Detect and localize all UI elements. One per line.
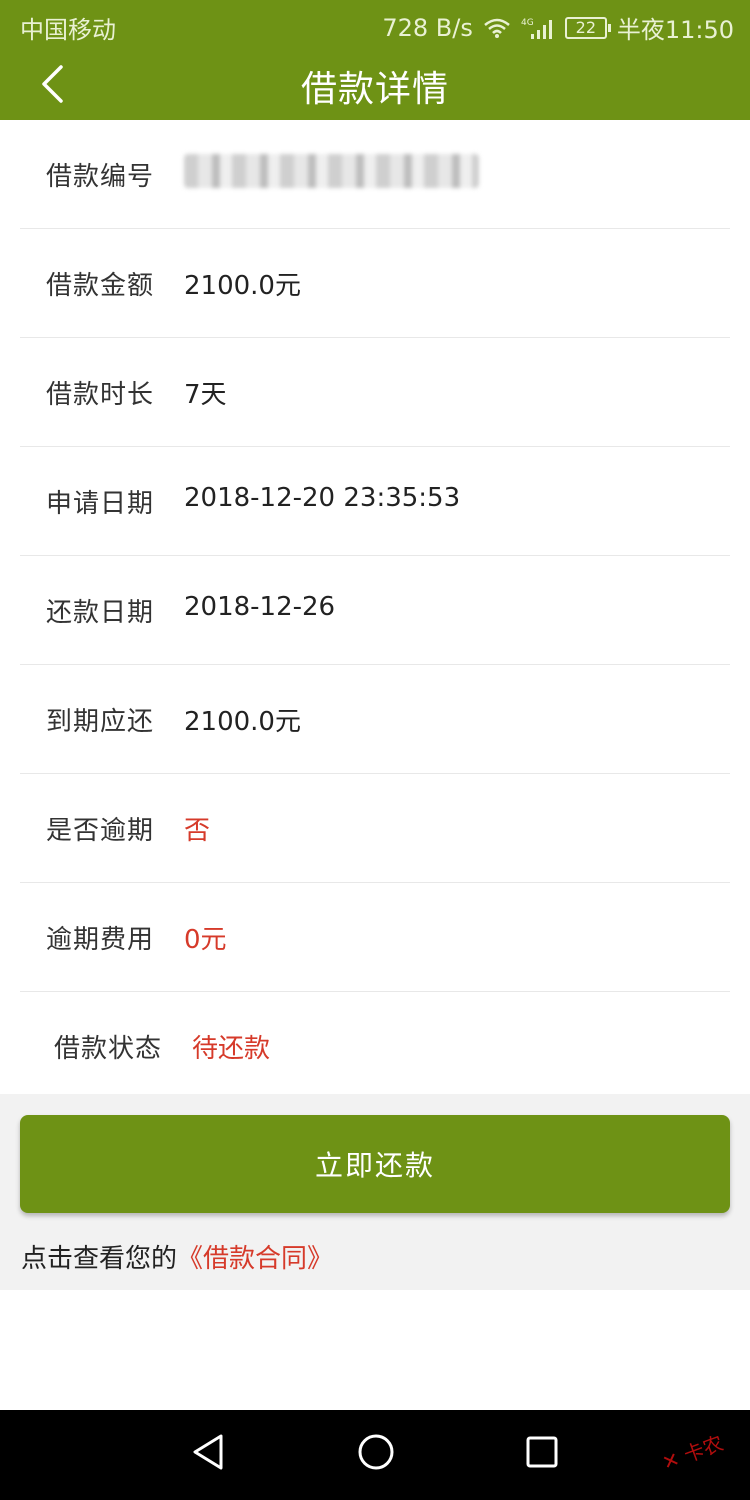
page-header: 借款详情 xyxy=(0,52,750,120)
contract-prefix: 点击查看您的 xyxy=(21,1244,178,1274)
detail-label: 逾期费用 xyxy=(46,925,155,955)
network-type-label: 4G xyxy=(521,18,534,28)
overdue-fee-value: 0元 xyxy=(184,925,227,955)
detail-label: 借款状态 xyxy=(54,1034,163,1064)
clock: 半夜11:50 xyxy=(616,16,734,44)
detail-row-apply-date: 申请日期 2018-12-20 23:35:53 xyxy=(20,447,730,556)
contract-line: 点击查看您的《借款合同》 xyxy=(21,1238,333,1275)
loan-contract-link[interactable]: 《借款合同》 xyxy=(177,1244,333,1274)
battery-level: 22 xyxy=(575,17,596,37)
detail-value: 2018-12-26 xyxy=(184,592,336,622)
circle-home-icon xyxy=(358,1434,394,1470)
detail-label: 到期应还 xyxy=(46,707,155,737)
carrier-name: 中国移动 xyxy=(20,16,116,44)
battery-icon: 22 xyxy=(564,16,611,39)
status-badge: 待还款 xyxy=(192,1034,271,1064)
detail-label: 借款时长 xyxy=(46,380,155,410)
square-recents-icon xyxy=(526,1436,558,1468)
nav-home-button[interactable] xyxy=(356,1432,396,1476)
detail-label: 借款编号 xyxy=(46,162,155,192)
status-bar: 中国移动 728 B/s 4G 22 半夜11:50 xyxy=(0,0,750,52)
detail-label: 还款日期 xyxy=(46,598,155,628)
top-bar: 中国移动 728 B/s 4G 22 半夜11:50 借款详情 xyxy=(0,0,750,120)
triangle-back-icon xyxy=(193,1434,223,1470)
system-nav-bar xyxy=(0,1410,750,1500)
loan-details-list: 借款编号 借款金额 2100.0元 借款时长 7天 申请日期 2018-12-2… xyxy=(0,120,750,1100)
repay-now-button[interactable]: 立即还款 xyxy=(20,1115,730,1213)
detail-row-overdue-fee: 逾期费用 0元 xyxy=(20,883,730,992)
detail-label: 申请日期 xyxy=(46,489,155,519)
detail-row-loan-number: 借款编号 xyxy=(20,120,730,229)
nav-back-button[interactable] xyxy=(190,1432,226,1476)
cellular-signal-icon: 4G xyxy=(521,16,555,40)
detail-row-duration: 借款时长 7天 xyxy=(20,338,730,447)
network-speed: 728 B/s xyxy=(382,13,473,42)
wifi-icon xyxy=(483,17,511,39)
action-area: 立即还款 点击查看您的《借款合同》 xyxy=(0,1094,750,1290)
masked-loan-number xyxy=(184,154,479,188)
detail-row-overdue: 是否逾期 否 xyxy=(20,774,730,883)
detail-value: 7天 xyxy=(184,380,227,410)
detail-value: 2018-12-20 23:35:53 xyxy=(184,483,461,513)
overdue-value: 否 xyxy=(184,816,211,846)
detail-label: 是否逾期 xyxy=(46,816,155,846)
nav-recents-button[interactable] xyxy=(524,1432,560,1476)
detail-label: 借款金额 xyxy=(46,271,155,301)
page-title: 借款详情 xyxy=(300,69,449,110)
status-right: 728 B/s 4G 22 半夜11:50 xyxy=(382,10,734,45)
detail-value: 2100.0元 xyxy=(184,707,301,737)
detail-row-amount: 借款金额 2100.0元 xyxy=(20,229,730,338)
detail-row-repay-date: 还款日期 2018-12-26 xyxy=(20,556,730,665)
detail-row-loan-status: 借款状态 待还款 xyxy=(20,992,730,1100)
detail-value: 2100.0元 xyxy=(184,271,301,301)
detail-row-amount-due: 到期应还 2100.0元 xyxy=(20,665,730,774)
